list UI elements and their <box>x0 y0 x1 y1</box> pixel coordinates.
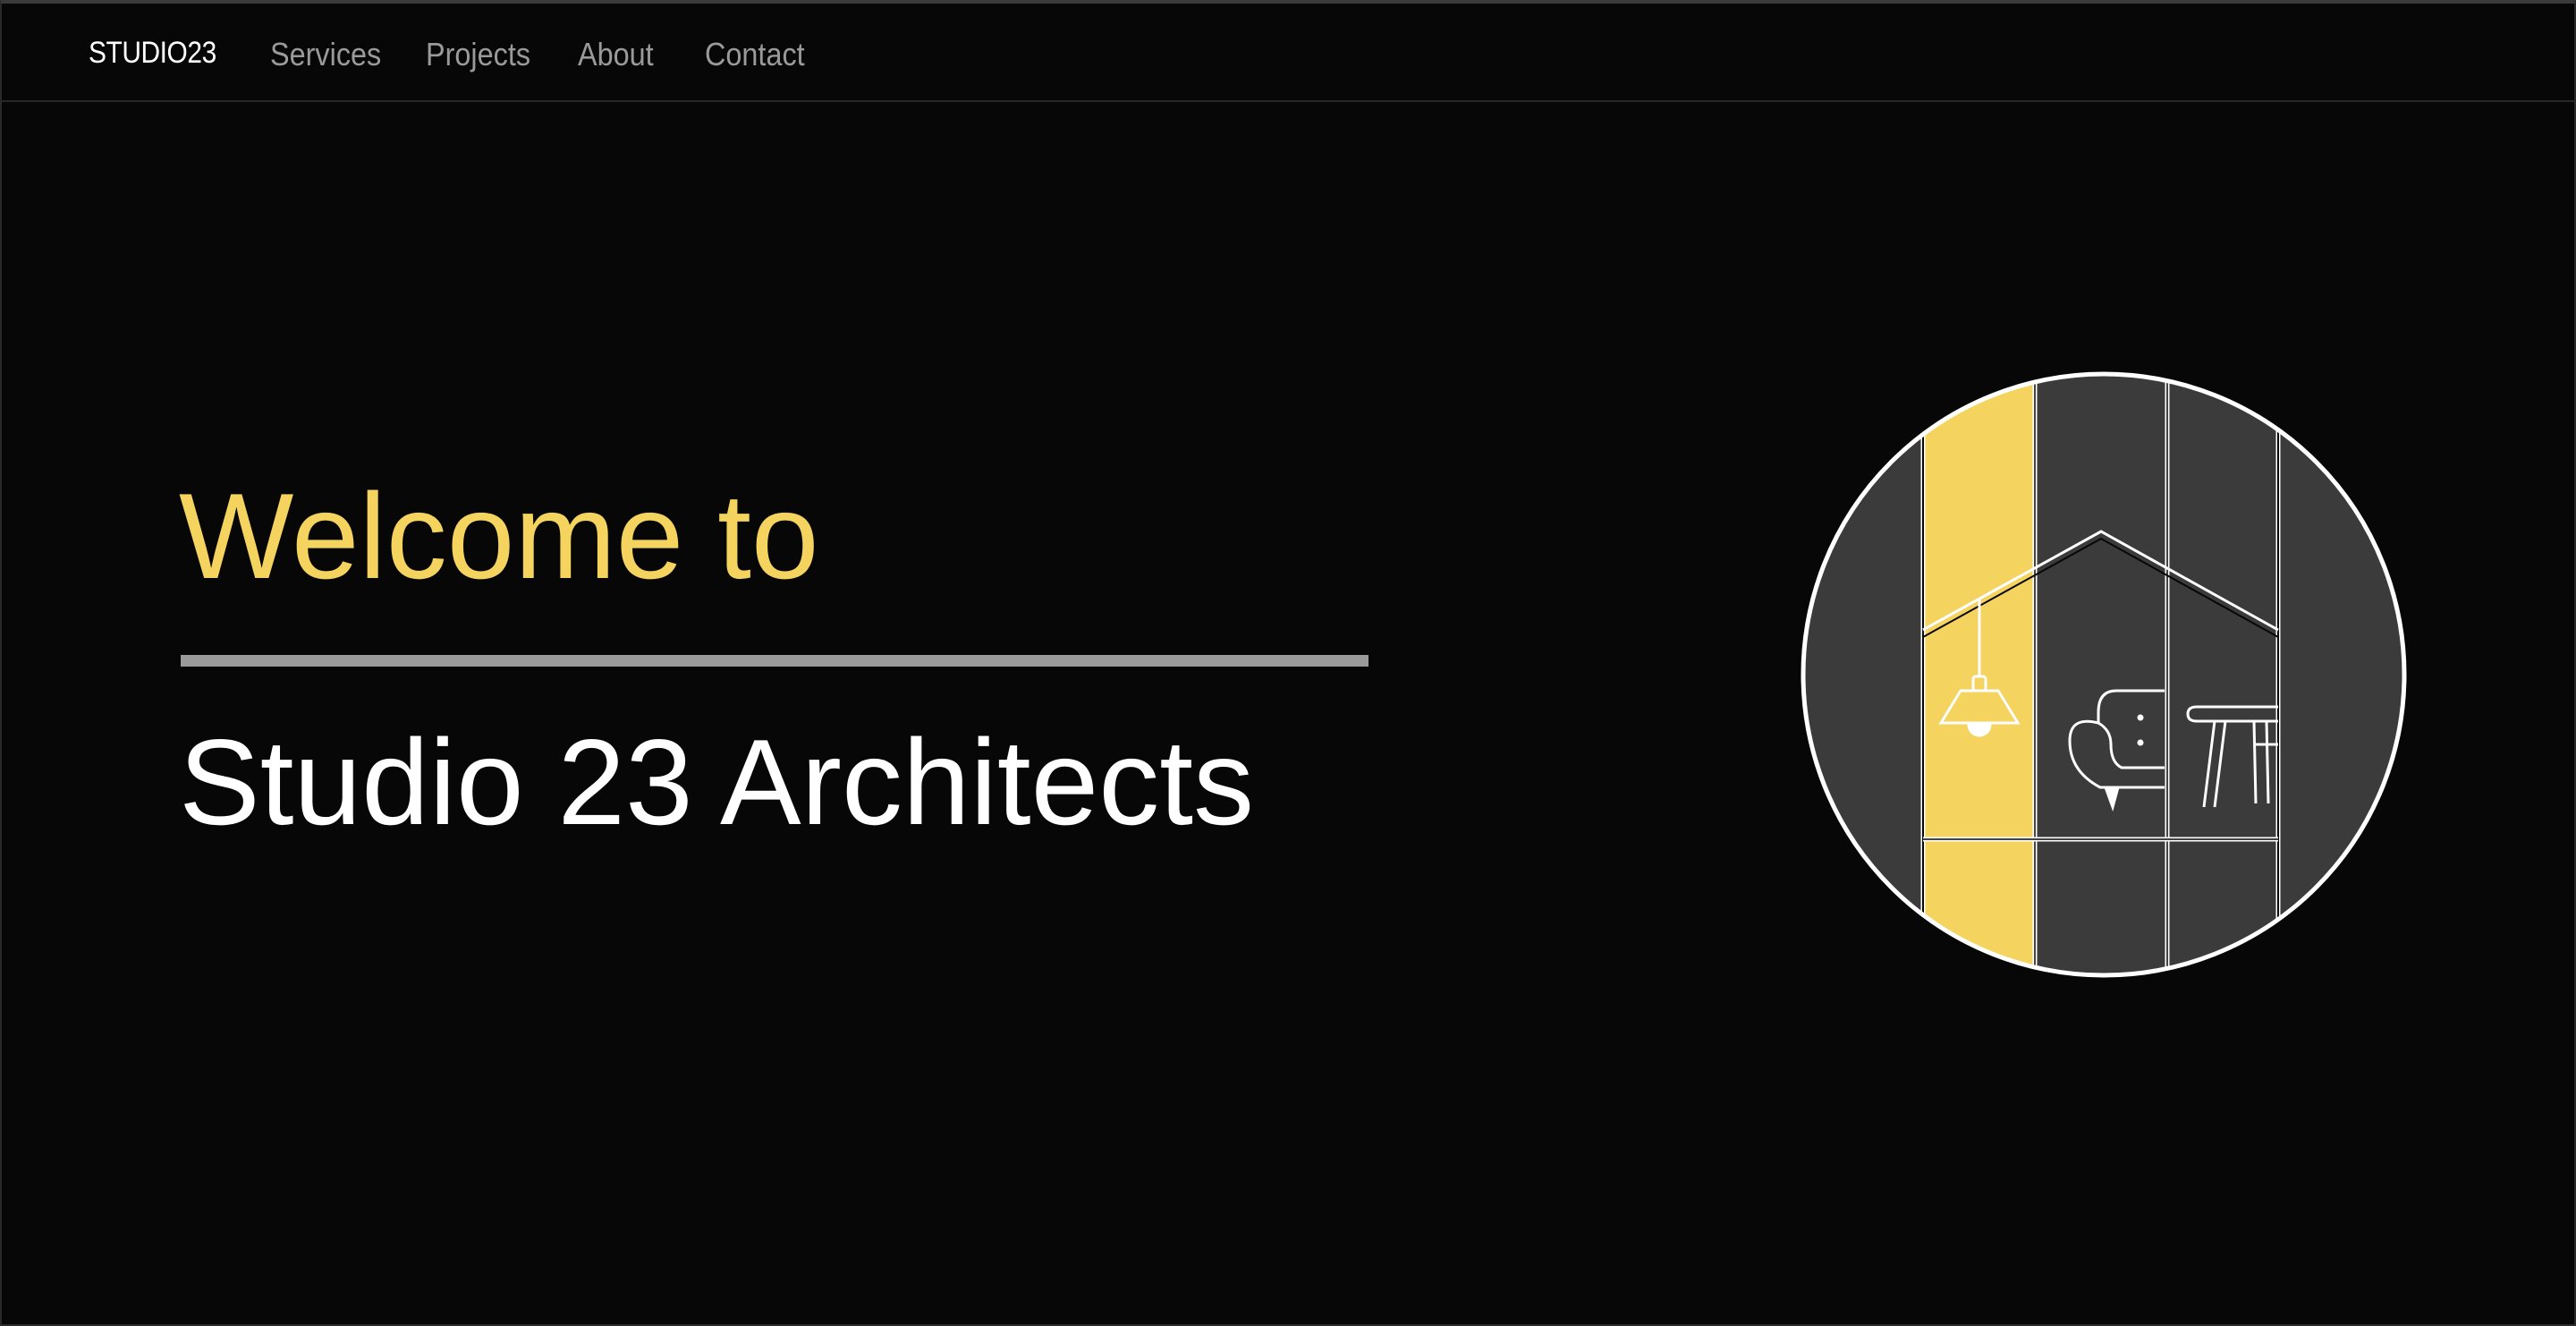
nav-link-about[interactable]: About <box>578 36 654 73</box>
hero-title-heading: Studio 23 Architects <box>179 714 1255 850</box>
window-panels <box>1803 374 2404 975</box>
top-navbar: STUDIO23 Services Projects About Contact <box>2 4 2574 102</box>
hero-divider <box>181 655 1368 667</box>
hero-welcome-heading: Welcome to <box>179 468 819 604</box>
nav-links: Services Projects About Contact <box>270 36 871 73</box>
page: STUDIO23 Services Projects About Contact… <box>0 0 2576 1326</box>
hero-illustration <box>1801 371 2407 978</box>
panel-background <box>1803 374 2404 975</box>
brand-logo-link[interactable]: STUDIO23 <box>89 36 216 71</box>
nav-link-services[interactable]: Services <box>270 36 381 73</box>
nav-link-contact[interactable]: Contact <box>705 36 805 73</box>
nav-link-projects[interactable]: Projects <box>426 36 530 73</box>
